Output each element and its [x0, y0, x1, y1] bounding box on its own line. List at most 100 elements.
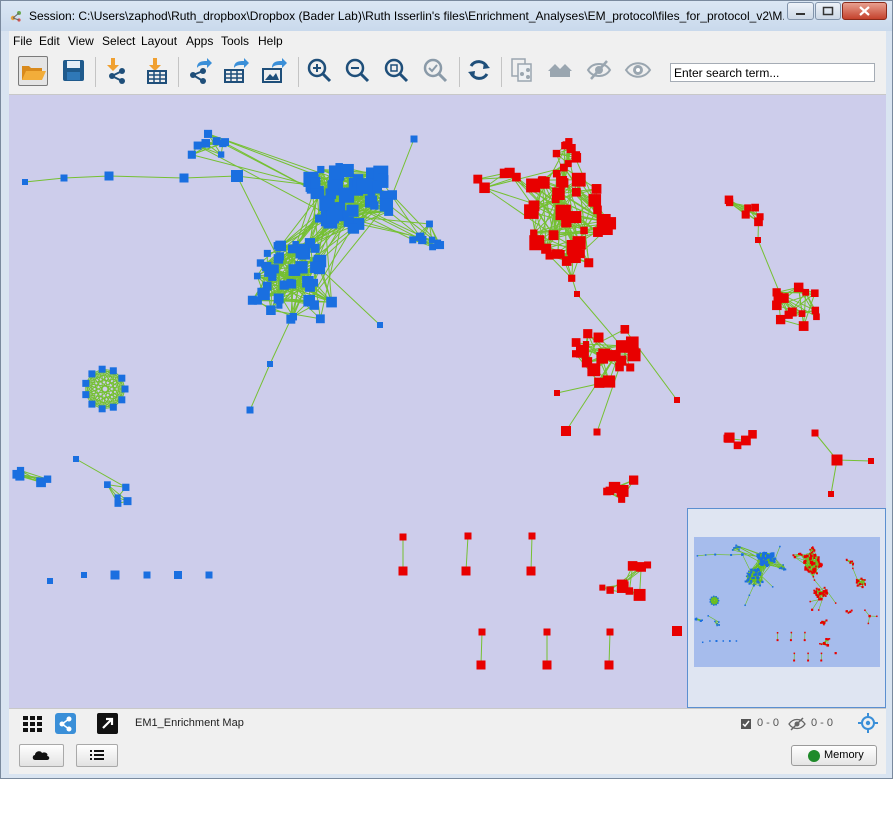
network-edge[interactable]	[63, 175, 110, 179]
zoom-fit-button[interactable]	[382, 56, 412, 86]
network-node-red[interactable]	[461, 566, 471, 576]
network-node-red[interactable]	[504, 167, 515, 178]
network-node-blue[interactable]	[109, 367, 117, 375]
network-node-blue[interactable]	[267, 361, 273, 367]
network-node-blue[interactable]	[16, 466, 25, 475]
network-node-red[interactable]	[464, 532, 472, 540]
network-node-blue[interactable]	[295, 261, 308, 274]
network-node-blue[interactable]	[338, 187, 355, 203]
network-node-blue[interactable]	[302, 276, 314, 288]
network-node-blue[interactable]	[22, 179, 28, 185]
title-bar[interactable]: Session: C:\Users\zaphod\Ruth_dropbox\Dr…	[1, 1, 892, 31]
network-node-red[interactable]	[828, 491, 834, 497]
network-node-red[interactable]	[571, 172, 586, 187]
network-node-red[interactable]	[591, 184, 602, 194]
network-node-blue[interactable]	[246, 406, 254, 414]
export-network-button[interactable]	[185, 56, 215, 86]
memory-button[interactable]: Memory	[791, 745, 877, 766]
network-node-blue[interactable]	[174, 571, 182, 579]
menu-view[interactable]: View	[68, 34, 94, 48]
network-node-blue[interactable]	[261, 261, 268, 268]
menu-apps[interactable]: Apps	[186, 34, 213, 48]
network-node-red[interactable]	[811, 289, 819, 297]
network-node-blue[interactable]	[310, 261, 322, 274]
network-node-red[interactable]	[581, 357, 593, 368]
network-node-red[interactable]	[596, 213, 611, 228]
menu-help[interactable]: Help	[258, 34, 283, 48]
network-node-blue[interactable]	[415, 232, 425, 241]
network-node-red[interactable]	[627, 348, 641, 362]
hide-button[interactable]	[585, 56, 615, 86]
network-node-red[interactable]	[599, 584, 606, 591]
network-node-blue[interactable]	[292, 241, 299, 248]
network-node-red[interactable]	[554, 390, 560, 396]
home-button[interactable]	[546, 56, 576, 86]
network-edge[interactable]	[269, 318, 292, 365]
network-node-blue[interactable]	[88, 400, 96, 408]
network-node-red[interactable]	[593, 205, 602, 215]
network-node-red[interactable]	[552, 249, 563, 259]
menu-file[interactable]: File	[13, 34, 32, 48]
maximize-button[interactable]	[815, 2, 841, 20]
network-node-blue[interactable]	[104, 171, 114, 181]
export-table-button[interactable]	[222, 56, 252, 86]
network-node-red[interactable]	[552, 149, 561, 158]
network-node-red[interactable]	[603, 375, 616, 388]
network-node-blue[interactable]	[179, 173, 189, 183]
network-node-red[interactable]	[565, 138, 573, 146]
network-node-red[interactable]	[798, 321, 809, 331]
network-node-blue[interactable]	[109, 403, 117, 411]
network-node-red[interactable]	[479, 182, 490, 194]
network-node-red[interactable]	[552, 187, 565, 201]
network-node-red[interactable]	[556, 176, 568, 187]
cloud-button[interactable]	[19, 744, 64, 767]
network-node-red[interactable]	[625, 336, 639, 350]
network-node-red[interactable]	[775, 314, 786, 325]
network-node-blue[interactable]	[193, 141, 202, 150]
grid-view-button[interactable]	[21, 713, 47, 734]
network-node-blue[interactable]	[98, 405, 106, 413]
network-node-red[interactable]	[594, 377, 605, 388]
network-node-blue[interactable]	[118, 396, 126, 404]
network-node-red[interactable]	[625, 587, 634, 595]
import-table-button[interactable]	[142, 56, 172, 86]
network-node-red[interactable]	[813, 313, 820, 321]
network-node-blue[interactable]	[409, 236, 417, 244]
network-edge[interactable]	[530, 535, 533, 572]
zoom-selected-button[interactable]	[421, 56, 451, 86]
network-node-red[interactable]	[574, 291, 580, 297]
navigator-viewport[interactable]	[694, 537, 880, 667]
network-node-blue[interactable]	[257, 287, 270, 301]
network-node-red[interactable]	[593, 332, 604, 343]
network-node-blue[interactable]	[268, 272, 277, 281]
network-node-red[interactable]	[802, 288, 810, 296]
new-network-from-selection-button[interactable]	[508, 56, 538, 86]
network-node-blue[interactable]	[253, 272, 261, 280]
network-edge[interactable]	[75, 458, 127, 488]
network-node-red[interactable]	[831, 454, 843, 466]
network-node-blue[interactable]	[377, 322, 383, 328]
network-node-blue[interactable]	[187, 150, 196, 159]
network-node-blue[interactable]	[340, 163, 354, 178]
zoom-in-button[interactable]	[305, 56, 335, 86]
menu-edit[interactable]: Edit	[39, 34, 60, 48]
network-node-red[interactable]	[811, 429, 819, 437]
network-node-blue[interactable]	[81, 572, 87, 578]
network-edge[interactable]	[249, 363, 271, 411]
network-node-blue[interactable]	[122, 483, 130, 491]
menu-tools[interactable]: Tools	[221, 34, 249, 48]
network-view-button[interactable]	[55, 713, 76, 734]
network-node-blue[interactable]	[356, 178, 373, 194]
network-node-red[interactable]	[605, 486, 615, 496]
network-node-blue[interactable]	[123, 497, 132, 506]
network-node-red[interactable]	[571, 338, 581, 347]
network-node-red[interactable]	[748, 430, 757, 439]
network-node-red[interactable]	[751, 203, 759, 212]
navigator-toggle-icon[interactable]	[857, 712, 879, 734]
task-list-button[interactable]	[76, 744, 118, 767]
network-node-red[interactable]	[636, 562, 646, 572]
network-node-blue[interactable]	[88, 370, 96, 378]
show-button[interactable]	[624, 56, 654, 86]
network-node-blue[interactable]	[309, 300, 319, 310]
network-node-red[interactable]	[473, 174, 483, 184]
